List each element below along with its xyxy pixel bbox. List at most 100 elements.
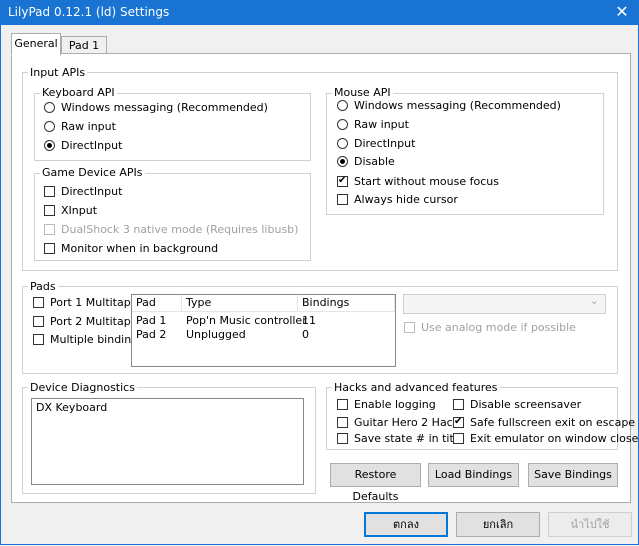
keyboard-raw-input-radio[interactable]: Raw input	[44, 119, 116, 135]
option-label: Disable	[354, 155, 395, 168]
option-label: Disable screensaver	[470, 398, 582, 411]
load-bindings-button[interactable]: Load Bindings	[428, 463, 519, 487]
keyboard-directinput-radio[interactable]: DirectInput	[44, 138, 122, 154]
column-bindings[interactable]: Bindings	[298, 295, 395, 311]
option-label: DirectInput	[354, 137, 416, 150]
safe-fullscreen-exit-checkbox[interactable]: Safe fullscreen exit on escape	[453, 415, 635, 431]
keyboard-api-legend: Keyboard API	[40, 86, 117, 99]
option-label: Raw input	[354, 118, 409, 131]
device-list[interactable]: DX Keyboard	[31, 398, 304, 485]
hacks-legend: Hacks and advanced features	[332, 381, 500, 394]
checkbox-checked-icon	[337, 174, 348, 187]
mouse-windows-messaging-radio[interactable]: Windows messaging (Recommended)	[337, 98, 561, 114]
game-device-apis-legend: Game Device APIs	[40, 166, 145, 179]
checkbox-icon	[33, 297, 44, 308]
option-label: Port 1 Multitap	[50, 296, 131, 309]
checkbox-icon	[33, 334, 44, 345]
option-label: Enable logging	[354, 398, 436, 411]
checkbox-icon	[337, 433, 348, 444]
cell-pad: Pad 1	[136, 314, 167, 327]
option-label: Exit emulator on window close	[470, 432, 639, 445]
option-label: Save state # in title	[354, 432, 464, 445]
port2-multitap-checkbox[interactable]: Port 2 Multitap	[33, 314, 131, 330]
device-diagnostics-legend: Device Diagnostics	[28, 381, 137, 394]
checkbox-icon	[337, 399, 348, 410]
checkbox-icon	[44, 186, 55, 197]
always-hide-cursor-checkbox[interactable]: Always hide cursor	[337, 192, 458, 208]
tab-pad1-label: Pad 1	[68, 39, 100, 52]
radio-icon	[337, 119, 348, 130]
list-item[interactable]: DX Keyboard	[32, 401, 303, 414]
tab-general-label: General	[14, 37, 58, 50]
window-title: LilyPad 0.12.1 (ld) Settings	[8, 5, 170, 19]
checkbox-icon	[337, 194, 348, 205]
option-label: DirectInput	[61, 185, 123, 198]
column-pad[interactable]: Pad	[132, 295, 182, 311]
save-bindings-button[interactable]: Save Bindings	[528, 463, 618, 487]
cell-bindings: 0	[302, 328, 309, 341]
cell-type: Pop'n Music controller	[186, 314, 307, 327]
mouse-disable-radio[interactable]: Disable	[337, 154, 395, 170]
option-label: Monitor when in background	[61, 242, 219, 255]
radio-icon	[44, 121, 55, 132]
checkbox-icon	[44, 243, 55, 254]
apply-button: นำไปใช้	[548, 512, 632, 537]
pads-list-header: Pad Type Bindings	[132, 295, 395, 312]
option-label: Start without mouse focus	[354, 175, 499, 188]
keyboard-windows-messaging-radio[interactable]: Windows messaging (Recommended)	[44, 100, 268, 116]
restore-defaults-button[interactable]: Restore Defaults	[330, 463, 421, 503]
table-row[interactable]: Pad 2 Unplugged 0	[132, 328, 395, 341]
radio-icon	[44, 102, 55, 113]
disable-screensaver-checkbox[interactable]: Disable screensaver	[453, 397, 581, 413]
checkbox-checked-icon	[453, 415, 464, 428]
dualshock3-native-checkbox: DualShock 3 native mode (Requires libusb…	[44, 222, 298, 238]
tab-pad1[interactable]: Pad 1	[61, 36, 107, 54]
option-label: Always hide cursor	[354, 193, 458, 206]
monitor-background-checkbox[interactable]: Monitor when in background	[44, 241, 218, 257]
checkbox-icon	[33, 316, 44, 327]
mouse-directinput-radio[interactable]: DirectInput	[337, 136, 415, 152]
radio-selected-icon	[337, 156, 348, 167]
mouse-raw-input-radio[interactable]: Raw input	[337, 117, 409, 133]
option-label: DirectInput	[61, 139, 123, 152]
tab-general[interactable]: General	[11, 33, 61, 56]
multiple-bindings-checkbox[interactable]: Multiple bindings	[33, 332, 144, 348]
pads-legend: Pads	[28, 280, 58, 293]
column-type[interactable]: Type	[182, 295, 298, 311]
table-row[interactable]: Pad 1 Pop'n Music controller 11	[132, 314, 395, 327]
analog-mode-checkbox: Use analog mode if possible	[404, 320, 576, 336]
option-label: Raw input	[61, 120, 116, 133]
option-label: Safe fullscreen exit on escape	[470, 416, 636, 429]
guitar-hero-hack-checkbox[interactable]: Guitar Hero 2 Hack	[337, 415, 459, 431]
checkbox-icon	[337, 417, 348, 428]
radio-selected-icon	[44, 140, 55, 151]
option-label: Windows messaging (Recommended)	[354, 99, 561, 112]
option-label: Use analog mode if possible	[421, 321, 576, 334]
option-label: DualShock 3 native mode (Requires libusb…	[61, 223, 299, 236]
enable-logging-checkbox[interactable]: Enable logging	[337, 397, 436, 413]
start-without-mouse-focus-checkbox[interactable]: Start without mouse focus	[337, 174, 499, 190]
option-label: Port 2 Multitap	[50, 315, 131, 328]
option-label: Windows messaging (Recommended)	[61, 101, 268, 114]
exit-on-window-close-checkbox[interactable]: Exit emulator on window close	[453, 431, 638, 447]
game-directinput-checkbox[interactable]: DirectInput	[44, 184, 122, 200]
checkbox-icon	[44, 205, 55, 216]
cell-type: Unplugged	[186, 328, 246, 341]
game-xinput-checkbox[interactable]: XInput	[44, 203, 97, 219]
option-label: Multiple bindings	[50, 333, 144, 346]
pad-type-dropdown[interactable]: ⌄	[403, 294, 606, 314]
close-icon[interactable]: ✕	[607, 1, 637, 23]
device-name: DX Keyboard	[36, 401, 108, 414]
checkbox-icon	[453, 399, 464, 410]
option-label: XInput	[61, 204, 98, 217]
pads-list[interactable]: Pad Type Bindings Pad 1 Pop'n Music cont…	[131, 294, 396, 367]
ok-button[interactable]: ตกลง	[364, 512, 448, 537]
checkbox-icon	[453, 433, 464, 444]
cell-bindings: 11	[302, 314, 316, 327]
port1-multitap-checkbox[interactable]: Port 1 Multitap	[33, 295, 131, 311]
title-bar: LilyPad 0.12.1 (ld) Settings ✕	[0, 0, 639, 25]
cancel-button[interactable]: ยกเลิก	[456, 512, 540, 537]
radio-icon	[337, 138, 348, 149]
save-state-title-checkbox[interactable]: Save state # in title	[337, 431, 464, 447]
input-apis-legend: Input APIs	[28, 66, 88, 79]
